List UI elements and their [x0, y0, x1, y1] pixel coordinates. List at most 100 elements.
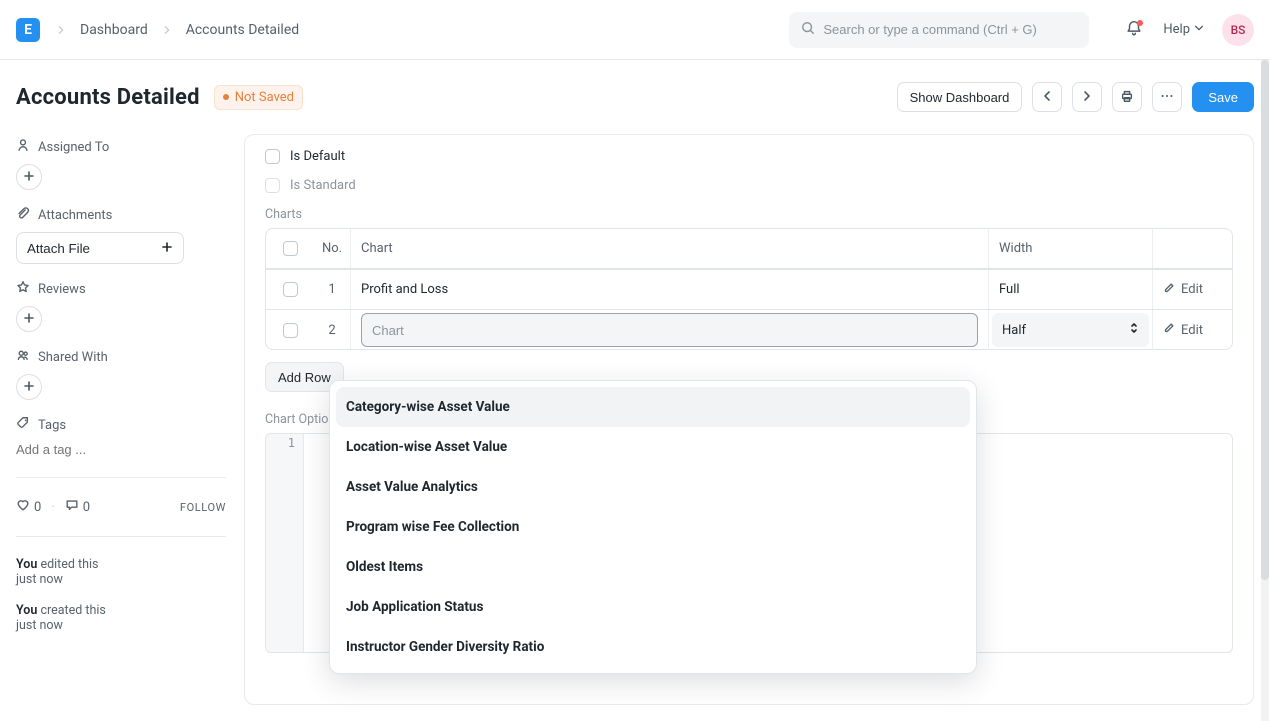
chevron-right-icon	[1081, 90, 1093, 105]
row-chart-input-cell	[350, 310, 988, 350]
dropdown-item[interactable]: Instructor Gender Diversity Ratio	[336, 627, 970, 667]
edit-row-button[interactable]: Edit	[1163, 322, 1203, 338]
chevron-right-icon	[56, 25, 66, 35]
row-select-checkbox[interactable]	[283, 323, 298, 338]
notification-dot	[1137, 20, 1143, 26]
heart-icon	[16, 498, 30, 516]
page-actions: Show Dashboard Save	[897, 82, 1254, 112]
help-menu[interactable]: Help	[1163, 22, 1204, 37]
app-logo-letter: E	[24, 22, 32, 38]
shared-with-section: Shared With	[16, 348, 226, 400]
save-button[interactable]: Save	[1192, 82, 1254, 112]
is-standard-row: Is Standard	[265, 178, 1233, 193]
breadcrumb-dashboard[interactable]: Dashboard	[80, 22, 148, 38]
table-row: 1 Profit and Loss Full Edit	[266, 269, 1232, 309]
pencil-icon	[1163, 322, 1175, 338]
add-review-button[interactable]	[16, 306, 42, 332]
chevron-down-icon	[1194, 22, 1204, 37]
more-icon	[1160, 89, 1174, 106]
page-body: Assigned To Attachments Attach File	[0, 120, 1270, 721]
table-row: 2 Half Edit	[266, 309, 1232, 349]
engagement-row: 0 · 0 FOLLOW	[16, 498, 226, 516]
notifications-button[interactable]	[1123, 19, 1145, 41]
plus-icon	[23, 380, 35, 395]
activity-feed: You edited this just now You created thi…	[16, 557, 226, 633]
dropdown-item[interactable]: Program wise Fee Collection	[336, 507, 970, 547]
page-scrollbar[interactable]	[1261, 60, 1269, 721]
plus-icon	[161, 241, 173, 256]
add-assignee-button[interactable]	[16, 164, 42, 190]
user-avatar[interactable]: BS	[1222, 14, 1254, 46]
star-icon	[16, 280, 30, 298]
prev-button[interactable]	[1032, 82, 1062, 112]
edit-row-button[interactable]: Edit	[1163, 282, 1203, 298]
tags-section: Tags	[16, 416, 226, 457]
paperclip-icon	[16, 206, 30, 224]
is-default-checkbox[interactable]	[265, 149, 280, 164]
tag-input[interactable]	[16, 442, 226, 457]
is-default-label: Is Default	[290, 149, 345, 164]
row-width-value: Half	[1002, 323, 1026, 338]
chart-select-input[interactable]	[361, 313, 978, 347]
breadcrumb: Dashboard Accounts Detailed	[56, 22, 299, 38]
col-width: Width	[988, 229, 1152, 268]
dropdown-item[interactable]: Category-wise Asset Value	[336, 387, 970, 427]
topbar: E Dashboard Accounts Detailed Help	[0, 0, 1270, 60]
attachments-section: Attachments Attach File	[16, 206, 226, 264]
row-no: 2	[314, 310, 350, 350]
sidebar: Assigned To Attachments Attach File	[16, 134, 226, 705]
row-select-checkbox[interactable]	[283, 282, 298, 297]
chevron-left-icon	[1041, 90, 1053, 105]
print-icon	[1120, 89, 1134, 106]
row-chart[interactable]: Profit and Loss	[350, 270, 988, 309]
chart-dropdown[interactable]: Category-wise Asset Value Location-wise …	[329, 380, 977, 674]
pencil-icon	[1163, 282, 1175, 298]
shared-with-label: Shared With	[38, 350, 108, 365]
dropdown-item[interactable]: Oldest Items	[336, 547, 970, 587]
select-all-checkbox[interactable]	[283, 241, 298, 256]
is-standard-label: Is Standard	[290, 178, 356, 193]
assigned-to-label: Assigned To	[38, 140, 109, 155]
dropdown-item[interactable]: Location-wise Asset Value	[336, 427, 970, 467]
comments[interactable]: 0	[65, 498, 90, 516]
charts-table: No. Chart Width 1 Profit and Loss Full E…	[265, 228, 1233, 350]
attach-file-label: Attach File	[27, 241, 90, 256]
dropdown-item[interactable]: Asset Value Analytics	[336, 467, 970, 507]
page-header: Accounts Detailed Not Saved Show Dashboa…	[0, 60, 1270, 120]
attachments-label: Attachments	[38, 208, 112, 223]
more-menu-button[interactable]	[1152, 82, 1182, 112]
likes-count: 0	[34, 500, 41, 515]
app-logo[interactable]: E	[16, 18, 40, 42]
follow-button[interactable]: FOLLOW	[180, 501, 226, 514]
reviews-label: Reviews	[38, 282, 86, 297]
attach-file-button[interactable]: Attach File	[16, 232, 184, 264]
tags-label: Tags	[38, 418, 66, 433]
divider	[16, 477, 226, 478]
next-button[interactable]	[1072, 82, 1102, 112]
status-badge: Not Saved	[214, 85, 303, 110]
col-chart: Chart	[350, 229, 988, 268]
charts-section-label: Charts	[265, 207, 1233, 222]
reviews-section: Reviews	[16, 280, 226, 332]
topbar-actions: Help BS	[1123, 14, 1254, 46]
status-label: Not Saved	[235, 90, 294, 105]
activity-item: You created this just now	[16, 603, 226, 633]
show-dashboard-button[interactable]: Show Dashboard	[897, 82, 1023, 112]
row-width[interactable]: Full	[988, 270, 1152, 309]
page-title: Accounts Detailed	[16, 85, 200, 110]
likes[interactable]: 0	[16, 498, 41, 516]
print-button[interactable]	[1112, 82, 1142, 112]
scrollbar-thumb[interactable]	[1261, 60, 1269, 580]
search-input[interactable]	[823, 22, 1077, 37]
dropdown-item[interactable]: Job Application Status	[336, 587, 970, 627]
user-icon	[16, 138, 30, 156]
add-share-button[interactable]	[16, 374, 42, 400]
row-width-select[interactable]: Half	[992, 313, 1149, 347]
assigned-to-section: Assigned To	[16, 138, 226, 190]
activity-item: You edited this just now	[16, 557, 226, 587]
is-standard-checkbox[interactable]	[265, 178, 280, 193]
col-no: No.	[314, 229, 350, 268]
search-icon	[801, 21, 815, 39]
search-box[interactable]	[789, 12, 1089, 48]
row-no: 1	[314, 270, 350, 309]
